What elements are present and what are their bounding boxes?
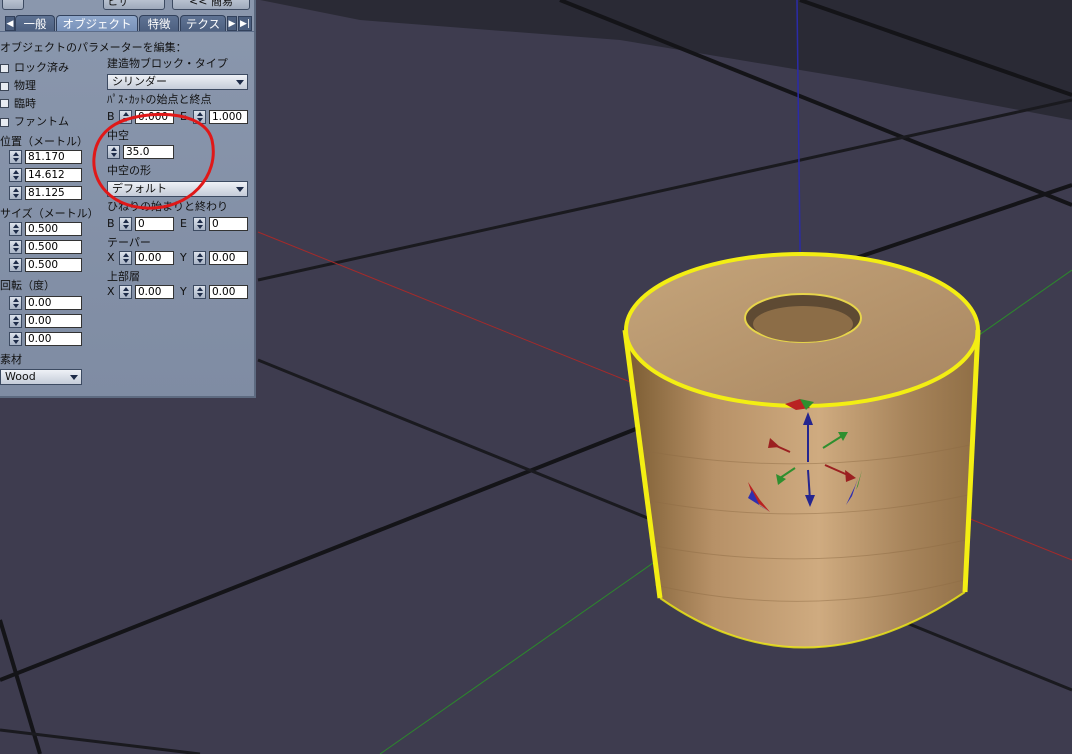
top-shear-x-input[interactable] xyxy=(135,285,174,299)
tab-texture[interactable]: テクス xyxy=(180,15,226,32)
locked-label: ロック済み xyxy=(14,61,69,74)
tab-divider xyxy=(0,31,254,32)
taper-y-label: Y xyxy=(180,251,187,264)
twist-e-spinner-icon[interactable] xyxy=(193,217,206,231)
chevron-down-icon xyxy=(236,80,244,85)
twist-b-label: B xyxy=(107,217,115,230)
taper-y-input[interactable] xyxy=(209,251,248,265)
material-dropdown[interactable]: Wood xyxy=(0,369,82,385)
top-dropdown[interactable]: ヒザ xyxy=(103,0,165,10)
taper-y-spinner-icon[interactable] xyxy=(193,251,206,265)
rotation-z-input[interactable] xyxy=(25,332,82,346)
top-shear-y-spinner-icon[interactable] xyxy=(193,285,206,299)
rotation-z-spinner-icon[interactable] xyxy=(9,332,22,346)
tab-end-icon[interactable]: ▶| xyxy=(238,16,252,31)
position-y-input[interactable] xyxy=(25,168,82,182)
chevron-down-icon xyxy=(70,375,78,380)
top-shear-y-label: Y xyxy=(180,285,187,298)
physical-checkbox[interactable] xyxy=(0,82,9,91)
taper-x-label: X xyxy=(107,251,115,264)
path-cut-label: ﾊﾟｽ･ｶｯﾄの始点と終点 xyxy=(107,93,212,106)
tab-object[interactable]: オブジェクト xyxy=(56,15,138,32)
taper-x-spinner-icon[interactable] xyxy=(119,251,132,265)
position-x-input[interactable] xyxy=(25,150,82,164)
rotation-y-spinner-icon[interactable] xyxy=(9,314,22,328)
rotation-x-spinner-icon[interactable] xyxy=(9,296,22,310)
rotation-y-input[interactable] xyxy=(25,314,82,328)
block-type-dropdown[interactable]: シリンダー xyxy=(107,74,248,90)
twist-e-label: E xyxy=(180,217,187,230)
rotation-x-input[interactable] xyxy=(25,296,82,310)
top-shear-x-spinner-icon[interactable] xyxy=(119,285,132,299)
block-type-value: シリンダー xyxy=(112,75,167,88)
taper-label: テーパー xyxy=(107,236,151,249)
panel-header: オブジェクトのパラメーターを編集： xyxy=(0,41,187,54)
size-y-input[interactable] xyxy=(25,240,82,254)
phantom-label: ファントム xyxy=(14,115,69,128)
size-y-spinner-icon[interactable] xyxy=(9,240,22,254)
build-panel: ヒザ << 簡易 ◀ 一般 オブジェクト 特徴 テクス ▶ ▶| オブジェクトの… xyxy=(0,0,256,398)
tab-next-icon[interactable]: ▶ xyxy=(227,16,237,31)
panel-top-left-control[interactable] xyxy=(2,0,24,10)
position-label: 位置（メートル） xyxy=(0,135,88,148)
temporary-label: 臨時 xyxy=(14,97,36,110)
twist-e-input[interactable] xyxy=(209,217,248,231)
tab-prev-icon[interactable]: ◀ xyxy=(5,16,15,31)
material-value: Wood xyxy=(5,370,36,383)
position-y-spinner-icon[interactable] xyxy=(9,168,22,182)
tab-general[interactable]: 一般 xyxy=(15,15,55,32)
annotation-circle xyxy=(92,112,215,210)
position-z-spinner-icon[interactable] xyxy=(9,186,22,200)
size-label: サイズ（メートル） xyxy=(0,207,99,220)
chevron-down-icon xyxy=(236,187,244,192)
size-z-spinner-icon[interactable] xyxy=(9,258,22,272)
top-shear-label: 上部層 xyxy=(107,270,140,283)
size-z-input[interactable] xyxy=(25,258,82,272)
tab-features[interactable]: 特徴 xyxy=(139,15,179,32)
top-shear-y-input[interactable] xyxy=(209,285,248,299)
phantom-checkbox[interactable] xyxy=(0,118,9,127)
position-z-input[interactable] xyxy=(25,186,82,200)
wooden-cylinder-object xyxy=(622,252,981,649)
size-x-input[interactable] xyxy=(25,222,82,236)
top-shear-x-label: X xyxy=(107,285,115,298)
block-type-label: 建造物ブロック・タイプ xyxy=(107,57,228,70)
material-label: 素材 xyxy=(0,353,22,366)
size-x-spinner-icon[interactable] xyxy=(9,222,22,236)
locked-checkbox[interactable] xyxy=(0,64,9,73)
twist-b-input[interactable] xyxy=(135,217,174,231)
rotation-label: 回転（度） xyxy=(0,279,55,292)
top-dropdown-value: ヒザ xyxy=(107,0,129,8)
position-x-spinner-icon[interactable] xyxy=(9,150,22,164)
twist-b-spinner-icon[interactable] xyxy=(119,217,132,231)
taper-x-input[interactable] xyxy=(135,251,174,265)
physical-label: 物理 xyxy=(14,79,36,92)
temporary-checkbox[interactable] xyxy=(0,99,9,108)
less-button[interactable]: << 簡易 xyxy=(172,0,250,10)
